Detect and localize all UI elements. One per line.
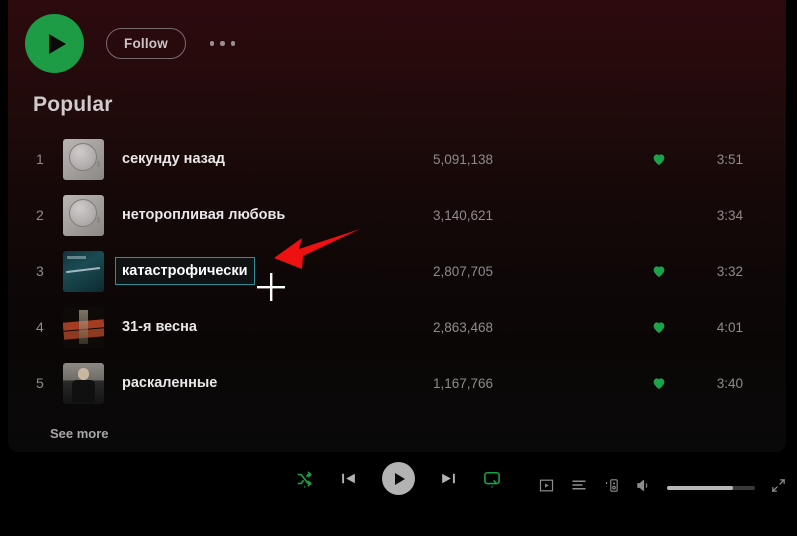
track-duration: 4:01 (717, 320, 743, 335)
track-duration: 3:32 (717, 264, 743, 279)
album-art (63, 195, 104, 236)
track-index: 3 (33, 263, 63, 279)
album-art (63, 251, 104, 292)
album-art (63, 307, 104, 348)
track-duration: 3:40 (717, 376, 743, 391)
artist-content-panel: Follow Popular 1 секунду назад 5,091,138… (8, 0, 786, 452)
next-track-icon[interactable] (439, 469, 458, 488)
track-duration: 3:34 (717, 208, 743, 223)
track-index: 5 (33, 375, 63, 391)
track-plays: 1,167,766 (433, 376, 493, 391)
play-icon (395, 473, 405, 485)
volume-fill (667, 486, 733, 490)
player-bar: 0:00 4:35 (0, 452, 797, 536)
volume-slider[interactable] (667, 486, 755, 490)
connect-device-icon[interactable] (603, 477, 620, 499)
like-heart-icon[interactable] (651, 375, 667, 391)
track-title[interactable]: неторопливая любовь (122, 207, 285, 223)
table-row[interactable]: 2 неторопливая любовь 3,140,621 3:34 (33, 187, 761, 243)
track-index: 4 (33, 319, 63, 335)
track-plays: 5,091,138 (433, 152, 493, 167)
play-artist-button[interactable] (25, 14, 84, 73)
album-art (63, 363, 104, 404)
previous-track-icon[interactable] (339, 469, 358, 488)
track-title[interactable]: раскаленные (122, 375, 217, 391)
track-title[interactable]: секунду назад (122, 151, 225, 167)
spotify-window: Follow Popular 1 секунду назад 5,091,138… (0, 0, 797, 536)
popular-track-list: 1 секунду назад 5,091,138 3:51 2 нетороп… (33, 131, 761, 411)
now-playing-view-icon[interactable] (538, 477, 555, 499)
album-art (63, 139, 104, 180)
see-more-link[interactable]: See more (50, 426, 109, 441)
track-title-selected[interactable]: катастрофически (115, 257, 255, 285)
dot (220, 41, 225, 46)
shuffle-icon[interactable] (295, 469, 315, 489)
player-right-controls (538, 476, 787, 499)
track-title[interactable]: 31-я весна (122, 319, 197, 335)
play-icon (49, 34, 66, 54)
fullscreen-icon[interactable] (770, 477, 787, 499)
repeat-icon[interactable] (482, 469, 502, 489)
track-duration: 3:51 (717, 152, 743, 167)
table-row[interactable]: 1 секунду назад 5,091,138 3:51 (33, 131, 761, 187)
track-plays: 2,863,468 (433, 320, 493, 335)
like-heart-icon[interactable] (651, 263, 667, 279)
play-pause-button[interactable] (382, 462, 415, 495)
table-row[interactable]: 4 31-я весна 2,863,468 4:01 (33, 299, 761, 355)
artist-action-row: Follow (25, 14, 237, 73)
dot (231, 41, 236, 46)
follow-button[interactable]: Follow (106, 28, 186, 59)
table-row[interactable]: 5 раскаленные 1,167,766 3:40 (33, 355, 761, 411)
popular-section-title: Popular (33, 93, 113, 117)
track-index: 2 (33, 207, 63, 223)
track-plays: 2,807,705 (433, 264, 493, 279)
volume-icon[interactable] (635, 477, 652, 499)
ellipsis-icon[interactable] (208, 35, 238, 52)
queue-icon[interactable] (570, 476, 588, 499)
like-heart-icon[interactable] (651, 151, 667, 167)
like-heart-icon[interactable] (651, 319, 667, 335)
dot (210, 41, 215, 46)
track-index: 1 (33, 151, 63, 167)
table-row[interactable]: 3 катастрофически 2,807,705 3:32 (33, 243, 761, 299)
track-plays: 3,140,621 (433, 208, 493, 223)
